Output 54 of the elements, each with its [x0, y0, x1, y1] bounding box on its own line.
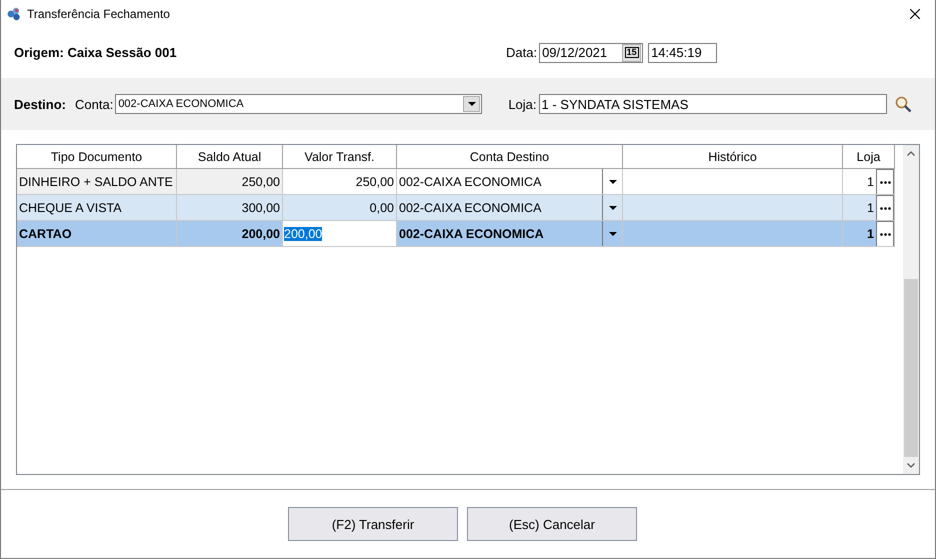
- more-button[interactable]: [876, 195, 894, 220]
- destination-label: Destino:: [14, 96, 66, 112]
- dialog-button[interactable]: (Esc) Cancelar: [467, 507, 637, 541]
- table-cell: 0,00: [283, 195, 397, 221]
- more-button[interactable]: [876, 169, 894, 194]
- caret-icon: [608, 206, 616, 210]
- scrollbar[interactable]: [903, 145, 919, 474]
- table-cell: 250,00: [283, 169, 397, 195]
- column-header[interactable]: Loja: [843, 145, 895, 169]
- dropdown-button[interactable]: [463, 96, 480, 112]
- search-icon[interactable]: [894, 96, 912, 112]
- scroll-down-icon: [907, 463, 915, 468]
- table-row[interactable]: CHEQUE A VISTA 300,00 0,00 002-CAIXA ECONOMICA 1: [17, 195, 902, 221]
- caret-icon: [608, 180, 616, 184]
- date-field[interactable]: 09/12/2021 15: [539, 42, 644, 62]
- close-icon: [910, 8, 920, 18]
- more-icon: [880, 232, 890, 236]
- window-title: Transferência Fechamento: [27, 6, 171, 20]
- account-label: Conta:: [75, 96, 114, 112]
- table-cell: CHEQUE A VISTA: [17, 195, 177, 221]
- more-icon: [880, 180, 890, 184]
- table-cell: DINHEIRO + SALDO ANTE: [17, 169, 177, 195]
- caret-icon: [608, 232, 616, 236]
- account-dropdown[interactable]: 002-CAIXA ECONOMICA: [115, 94, 482, 114]
- table-cell-text: 1: [866, 226, 875, 240]
- table-cell-text: 1: [866, 200, 875, 214]
- time-field[interactable]: 14:45:19: [648, 42, 718, 62]
- table-cell-text: 1: [866, 174, 875, 188]
- column-header[interactable]: Tipo Documento: [17, 145, 177, 169]
- origin-label: Origem: Caixa Sessão 001: [14, 45, 178, 60]
- column-header[interactable]: Conta Destino: [397, 145, 623, 169]
- table-cell-text: 002-CAIXA ECONOMICA: [398, 200, 542, 214]
- caret-icon: [468, 102, 476, 106]
- date-label: Data:: [506, 45, 538, 60]
- table-row[interactable]: DINHEIRO + SALDO ANTE 250,00 250,00 002-CAIXA ECONOMICA 1: [17, 169, 902, 195]
- store-field[interactable]: 1 - SYNDATA SISTEMAS: [538, 94, 887, 114]
- table-cell: CARTAO: [17, 221, 177, 247]
- store-label: Loja:: [508, 96, 537, 112]
- column-header[interactable]: Valor Transf.: [283, 145, 397, 169]
- app-logo-icon: [7, 6, 21, 20]
- dialog-button[interactable]: (F2) Transferir: [288, 507, 458, 541]
- table-cell: 250,00: [177, 169, 283, 195]
- column-header[interactable]: Saldo Atual: [177, 145, 283, 169]
- more-button[interactable]: [876, 221, 894, 246]
- table-cell: 300,00: [177, 195, 283, 221]
- column-header[interactable]: Histórico: [623, 145, 843, 169]
- scroll-up-icon: [907, 151, 915, 156]
- calendar-button[interactable]: 15: [622, 44, 642, 62]
- table-cell-text: 002-CAIXA ECONOMICA: [398, 174, 542, 188]
- more-icon: [880, 206, 890, 210]
- table-cell-text: 002-CAIXA ECONOMICA: [398, 226, 545, 240]
- table-cell: 200,00: [177, 221, 283, 247]
- input-field[interactable]: 200,00: [283, 221, 397, 247]
- table-row[interactable]: CARTAO 200,00 200,00 002-CAIXA ECONOMICA 1: [17, 221, 902, 247]
